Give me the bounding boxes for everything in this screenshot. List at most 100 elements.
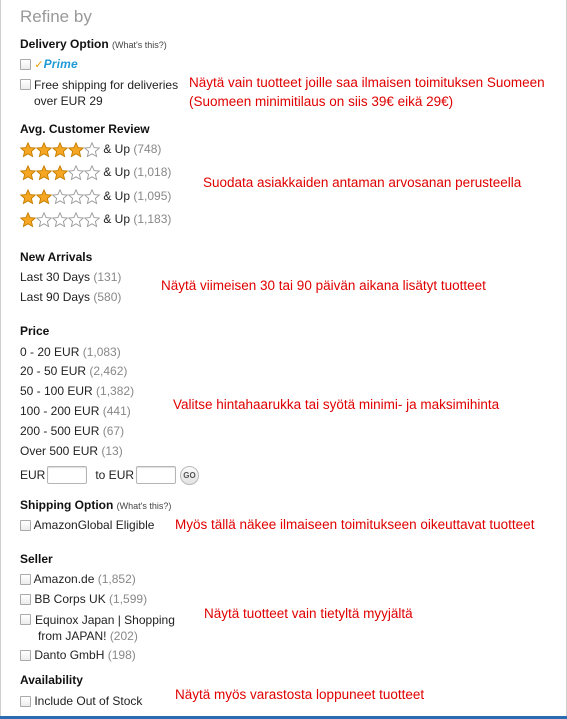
seller-item[interactable]: Danto GmbH (198) [20, 648, 136, 662]
arrivals-title: New Arrivals [20, 250, 93, 264]
star-filled-icon [68, 142, 84, 158]
prime-checkbox[interactable] [20, 59, 31, 71]
price-count: (1,382) [96, 384, 135, 398]
star-empty-icon [68, 189, 84, 205]
seller-label-line1: Equinox Japan | Shopping [35, 613, 175, 627]
arrivals-count: (131) [93, 270, 122, 284]
arrivals-note: Näytä viimeisen 30 tai 90 päivän aikana … [161, 278, 486, 293]
delivery-section-title: Delivery Option (What's this?) [20, 37, 167, 51]
include-oos-checkbox[interactable] [20, 696, 31, 708]
star-empty-icon [84, 142, 100, 158]
seller-count: (202) [109, 629, 138, 643]
arrivals-label: Last 90 Days [20, 290, 91, 304]
price-item[interactable]: 100 - 200 EUR (441) [20, 404, 131, 418]
shipping-note: Myös tällä näkee ilmaiseen toimitukseen … [175, 517, 535, 532]
seller-label[interactable]: Equinox Japan | Shopping from JAPAN! (20… [35, 612, 175, 644]
review-row[interactable]: & Up (1,018) [20, 165, 171, 181]
star-empty-icon [36, 212, 52, 228]
free-shipping-label[interactable]: Free shipping for deliveries over EUR 29 [34, 77, 178, 109]
price-item[interactable]: 200 - 500 EUR (67) [20, 424, 124, 438]
price-item[interactable]: 50 - 100 EUR (1,382) [20, 384, 134, 398]
price-label: 200 - 500 EUR [20, 424, 100, 438]
star-empty-icon [52, 189, 68, 205]
review-row[interactable]: & Up (1,183) [20, 212, 171, 228]
review-count: (1,095) [133, 189, 172, 204]
seller-label-line2-row: from JAPAN! (202) [35, 628, 175, 644]
price-max-input[interactable] [136, 466, 177, 484]
shipping-title: Shipping Option [20, 498, 114, 512]
star-empty-icon [52, 212, 68, 228]
price-item[interactable]: Over 500 EUR (13) [20, 444, 123, 458]
price-count: (441) [102, 404, 131, 418]
star-empty-icon [68, 212, 84, 228]
arrivals-count: (580) [93, 290, 122, 304]
star-filled-icon [52, 142, 68, 158]
free-shipping-filter[interactable] [20, 77, 31, 91]
price-count: (13) [101, 444, 123, 458]
arrivals-item[interactable]: Last 30 Days (131) [20, 270, 121, 284]
star-filled-icon [20, 142, 36, 158]
prime-filter[interactable]: ✓Prime [20, 57, 78, 71]
review-count: (1,183) [133, 212, 172, 227]
seller-checkbox[interactable] [20, 650, 31, 662]
seller-checkbox[interactable] [20, 594, 31, 606]
seller-item[interactable] [20, 612, 31, 626]
free-shipping-checkbox[interactable] [20, 79, 31, 91]
review-row[interactable]: & Up (748) [20, 142, 161, 158]
star-rating-1 [20, 212, 100, 228]
review-count: (748) [133, 142, 162, 157]
amazon-global-checkbox[interactable] [20, 520, 31, 532]
review-row[interactable]: & Up (1,095) [20, 189, 171, 205]
delivery-note-line2: (Suomeen minimitilaus on siis 39€ eikä 2… [189, 94, 454, 109]
star-filled-icon [36, 189, 52, 205]
price-item[interactable]: 0 - 20 EUR (1,083) [20, 345, 121, 359]
include-oos-filter[interactable]: Include Out of Stock [20, 694, 142, 708]
delivery-whats-this-link[interactable]: (What's this?) [112, 40, 167, 50]
price-count: (1,083) [82, 345, 121, 359]
seller-item[interactable]: BB Corps UK (1,599) [20, 592, 147, 606]
prime-logo: Prime [43, 57, 78, 71]
seller-checkbox[interactable] [20, 574, 31, 586]
prime-check-icon: ✓ [34, 59, 44, 71]
review-title: Avg. Customer Review [20, 122, 150, 136]
availability-title: Availability [20, 673, 83, 687]
price-max-label: to EUR [95, 468, 135, 482]
arrivals-item[interactable]: Last 90 Days (580) [20, 290, 121, 304]
availability-note: Näytä myös varastosta loppuneet tuotteet [175, 687, 425, 702]
amazon-global-filter[interactable]: AmazonGlobal Eligible [20, 518, 154, 532]
review-count: (1,018) [133, 165, 172, 180]
include-oos-label: Include Out of Stock [34, 694, 143, 708]
seller-label-line2: from JAPAN! [38, 629, 107, 643]
star-filled-icon [20, 212, 36, 228]
delivery-note: Näytä vain tuotteet joille saa ilmaisen … [189, 73, 545, 111]
seller-title: Seller [20, 552, 53, 566]
price-count: (67) [102, 424, 125, 438]
amazon-global-label: AmazonGlobal Eligible [33, 518, 155, 532]
seller-checkbox[interactable] [20, 614, 31, 626]
star-rating-3 [20, 165, 100, 181]
star-rating-2 [20, 189, 100, 205]
free-shipping-label-line2: over EUR 29 [34, 94, 103, 108]
price-item[interactable]: 20 - 50 EUR (2,462) [20, 364, 127, 378]
review-and-up: & Up [103, 142, 131, 157]
price-label: 50 - 100 EUR [20, 384, 93, 398]
frame-left-border [0, 0, 1, 719]
price-label: 100 - 200 EUR [20, 404, 100, 418]
review-and-up: & Up [103, 189, 131, 204]
price-min-input[interactable] [47, 466, 88, 484]
price-note: Valitse hintahaarukka tai syötä minimi- … [173, 397, 500, 412]
arrivals-label: Last 30 Days [20, 270, 91, 284]
shipping-whats-this-link[interactable]: (What's this?) [117, 501, 172, 511]
review-note: Suodata asiakkaiden antaman arvosanan pe… [203, 175, 522, 190]
price-range-form: EUR to EUR GO [20, 465, 200, 485]
star-filled-icon [36, 142, 52, 158]
star-empty-icon [68, 165, 84, 181]
seller-item[interactable]: Amazon.de (1,852) [20, 572, 136, 586]
seller-count: (198) [107, 648, 136, 662]
star-empty-icon [84, 165, 100, 181]
price-title: Price [20, 324, 50, 338]
star-filled-icon [36, 165, 52, 181]
price-count: (2,462) [89, 364, 128, 378]
seller-label: BB Corps UK [34, 592, 106, 606]
price-go-button[interactable]: GO [180, 465, 200, 485]
